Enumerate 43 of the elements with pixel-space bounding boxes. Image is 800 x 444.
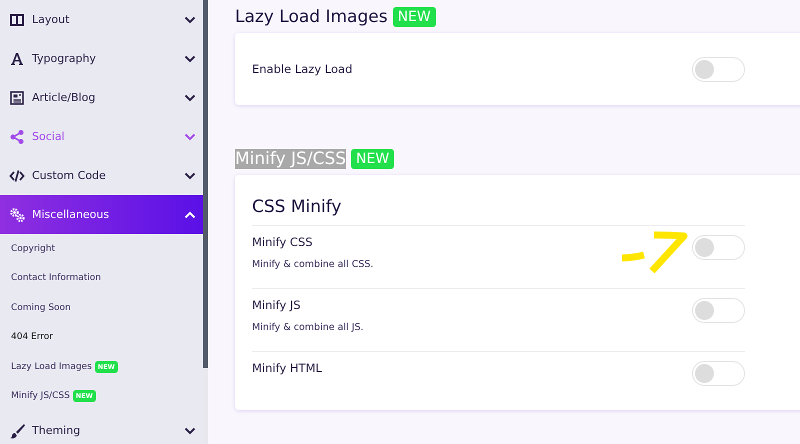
chevron-down-icon: [184, 172, 196, 180]
sidebar-item[interactable]: Layout: [0, 0, 203, 39]
submenu-link[interactable]: Contact Information: [11, 273, 101, 284]
setting-label: Minify CSS: [252, 235, 314, 249]
chevron-down-icon: [184, 132, 196, 140]
setting-description: Minify & combine all JS.: [252, 322, 365, 333]
toggle-switch[interactable]: [692, 56, 745, 82]
share-icon: [9, 128, 25, 144]
chevron-down-icon: [184, 94, 196, 102]
sidebar-item[interactable]: Custom Code: [0, 156, 203, 195]
brush-icon: [9, 422, 25, 438]
submenu-link[interactable]: Lazy Load Images: [11, 362, 92, 372]
setting-label: Minify JS: [252, 298, 302, 312]
toggle-switch[interactable]: [692, 235, 745, 260]
newspaper-icon: [9, 90, 25, 106]
sidebar-item[interactable]: Article/Blog: [0, 78, 203, 117]
chevron-up-icon: [184, 210, 196, 218]
submenu-link[interactable]: Minify JS/CSS: [11, 391, 70, 402]
submenu-link[interactable]: Coming Soon: [11, 302, 71, 313]
sidebar-item[interactable]: Typography: [0, 39, 203, 78]
chevron-down-icon: [184, 54, 196, 62]
gears-icon: [9, 206, 25, 222]
toggle-switch[interactable]: [692, 298, 745, 323]
scrollbar-thumb[interactable]: [203, 0, 208, 368]
chevron-down-icon: [184, 426, 196, 434]
chevron-down-icon: [184, 16, 196, 24]
section-title: Lazy Load Images: [235, 6, 388, 26]
layout-icon: [9, 12, 25, 28]
submenu-link[interactable]: 404 Error: [11, 332, 53, 342]
setting-label: Minify HTML: [252, 361, 323, 375]
new-badge: NEW: [351, 148, 394, 168]
font-icon: [9, 50, 25, 66]
submenu-link[interactable]: Copyright: [11, 244, 55, 254]
code-icon: [9, 168, 25, 184]
setting-description: Minify & combine all CSS.: [252, 259, 374, 270]
setting-label: Enable Lazy Load: [252, 62, 354, 76]
section-title: Minify JS/CSS: [235, 148, 346, 168]
sidebar-item[interactable]: Theming: [0, 411, 203, 444]
sidebar-item[interactable]: Social: [0, 117, 203, 156]
sidebar-item[interactable]: Miscellaneous: [0, 195, 203, 234]
new-badge: NEW: [392, 6, 436, 26]
toggle-switch[interactable]: [692, 361, 745, 386]
card-title: CSS Minify: [252, 175, 745, 226]
